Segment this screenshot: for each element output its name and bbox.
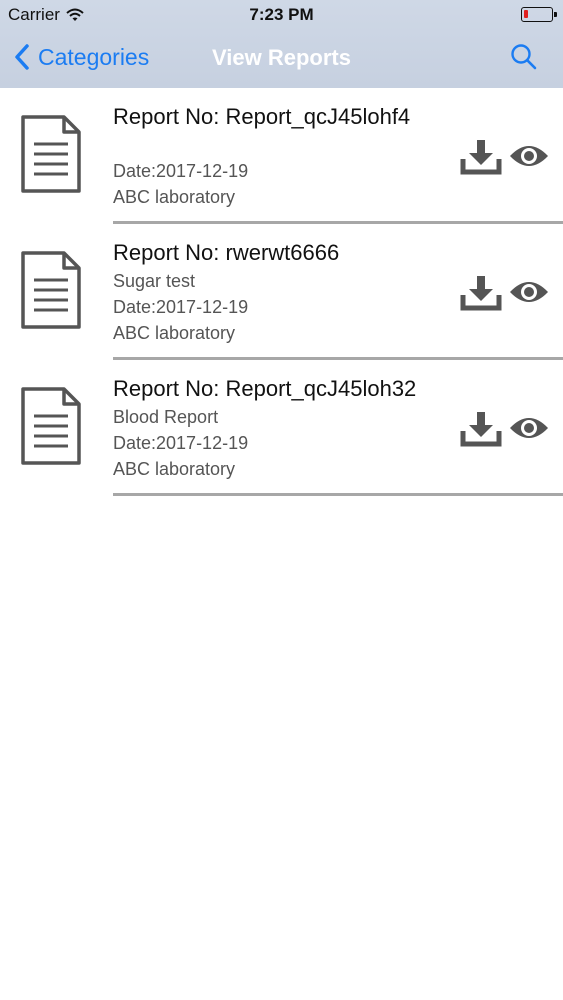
eye-icon[interactable] — [508, 278, 550, 306]
status-bar: Carrier 7:23 PM — [0, 0, 563, 30]
report-details: Report No: rwerwt6666 Sugar test Date:20… — [113, 238, 443, 346]
download-icon[interactable] — [460, 410, 502, 448]
report-lab: ABC laboratory — [113, 323, 236, 343]
download-icon[interactable] — [460, 274, 502, 312]
battery-low-icon — [521, 7, 557, 22]
report-type: Sugar test — [113, 271, 196, 291]
report-type — [113, 132, 443, 158]
report-list: Report No: Report_qcJ45lohf4 Date:2017-1… — [0, 88, 563, 496]
report-details: Report No: Report_qcJ45loh32 Blood Repor… — [113, 374, 443, 482]
report-title: Report No: Report_qcJ45lohf4 — [113, 104, 411, 129]
report-title: Report No: Report_qcJ45loh32 — [113, 376, 417, 401]
search-button[interactable] — [509, 42, 539, 72]
download-icon[interactable] — [460, 138, 502, 176]
report-date: Date:2017-12-19 — [113, 433, 249, 453]
report-row[interactable]: Report No: rwerwt6666 Sugar test Date:20… — [0, 224, 563, 360]
report-date: Date:2017-12-19 — [113, 161, 249, 181]
document-icon — [21, 251, 81, 329]
row-divider — [113, 493, 563, 496]
report-title: Report No: rwerwt6666 — [113, 240, 340, 265]
page-title: View Reports — [212, 45, 351, 70]
document-icon — [21, 387, 81, 465]
document-icon — [21, 115, 81, 193]
status-time: 7:23 PM — [249, 5, 314, 24]
navigation-header: Carrier 7:23 PM Categories View Reports — [0, 0, 563, 88]
eye-icon[interactable] — [508, 142, 550, 170]
eye-icon[interactable] — [508, 414, 550, 442]
report-type: Blood Report — [113, 407, 219, 427]
report-date: Date:2017-12-19 — [113, 297, 249, 317]
report-details: Report No: Report_qcJ45lohf4 Date:2017-1… — [113, 102, 443, 210]
report-lab: ABC laboratory — [113, 459, 236, 479]
search-icon — [511, 44, 537, 70]
report-row[interactable]: Report No: Report_qcJ45lohf4 Date:2017-1… — [0, 88, 563, 224]
report-lab: ABC laboratory — [113, 187, 236, 207]
report-row[interactable]: Report No: Report_qcJ45loh32 Blood Repor… — [0, 360, 563, 496]
